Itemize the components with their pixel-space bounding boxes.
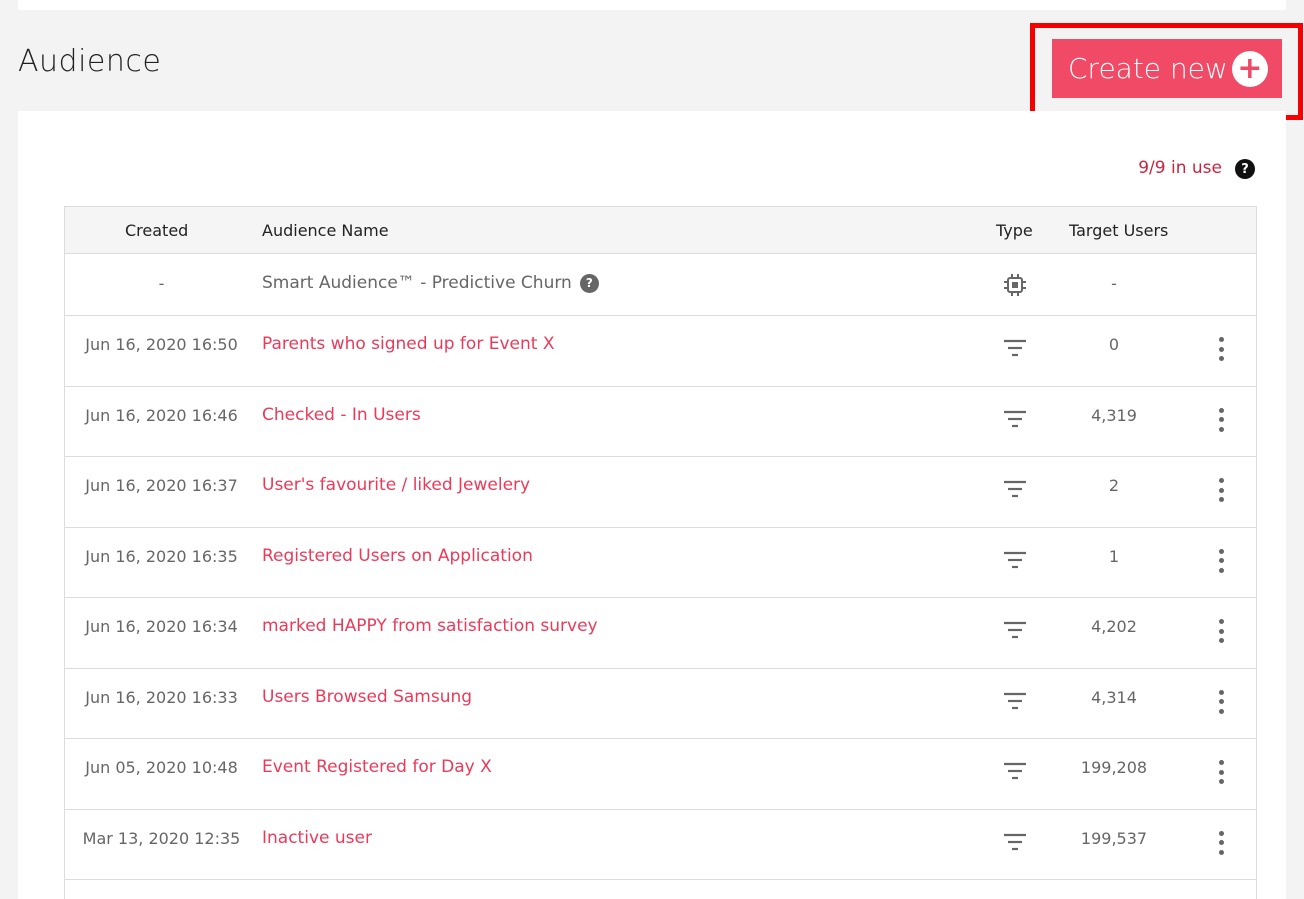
cell-target-users: 4,319	[1091, 405, 1137, 425]
cell-target-users: -	[1111, 274, 1117, 293]
table-row[interactable]: Jun 16, 2020 16:34 marked HAPPY from sat…	[65, 598, 1256, 669]
chip-icon	[1002, 272, 1028, 298]
filter-icon	[1002, 335, 1028, 361]
table-row[interactable]: Jun 05, 2020 10:48 Event Registered for …	[65, 739, 1256, 810]
more-options-icon[interactable]	[1215, 830, 1227, 855]
cell-created: Mar 13, 2020 12:35	[82, 828, 241, 848]
cell-target-users: 199,208	[1080, 758, 1148, 777]
cell-created: Jun 16, 2020 16:37	[85, 476, 238, 495]
more-options-icon[interactable]	[1215, 689, 1227, 714]
cell-target-users: 2	[1108, 476, 1120, 495]
audience-name-link[interactable]: Checked - In Users	[262, 405, 421, 425]
more-options-icon[interactable]	[1215, 337, 1227, 361]
cell-target-users: 0	[1108, 335, 1120, 354]
cell-created: Jun 16, 2020 16:33	[85, 687, 238, 707]
filter-icon	[1002, 829, 1028, 855]
more-options-icon[interactable]	[1215, 619, 1227, 643]
more-options-icon[interactable]	[1215, 760, 1227, 784]
filter-icon	[1002, 617, 1028, 643]
cell-target-users: 199,537	[1080, 828, 1148, 848]
audience-name-link[interactable]: Event Registered for Day X	[262, 757, 492, 777]
header-type[interactable]: Type	[996, 221, 1033, 240]
usage-count: 9/9 in use	[1138, 158, 1222, 178]
filter-icon	[1002, 476, 1028, 502]
table-body: Jun 16, 2020 16:50 Parents who signed up…	[65, 316, 1256, 880]
audience-name-link[interactable]: Parents who signed up for Event X	[262, 334, 554, 354]
table-row[interactable]: Jun 16, 2020 16:46 Checked - In Users 4,…	[65, 387, 1256, 457]
top-panel-edge	[18, 0, 1286, 10]
create-new-button[interactable]: Create new +	[1052, 39, 1282, 98]
smart-audience-name: Smart Audience™ - Predictive Churn	[262, 273, 572, 293]
filter-icon	[1002, 688, 1028, 714]
filter-icon	[1002, 547, 1028, 573]
more-options-icon[interactable]	[1215, 548, 1227, 573]
cell-created: Jun 16, 2020 16:50	[85, 335, 238, 354]
audience-table: Created Audience Name Type Target Users …	[64, 206, 1257, 899]
cell-created: Jun 16, 2020 16:34	[85, 617, 238, 636]
audience-name-link[interactable]: Inactive user	[262, 828, 372, 848]
cell-target-users: 4,202	[1091, 617, 1137, 636]
cell-created: -	[158, 274, 165, 293]
page-title: Audience	[18, 44, 162, 79]
table-row[interactable]: Mar 13, 2020 12:35 Inactive user 199,537	[65, 810, 1256, 880]
table-row[interactable]: Jun 16, 2020 16:50 Parents who signed up…	[65, 316, 1256, 387]
table-row[interactable]: Jun 16, 2020 16:35 Registered Users on A…	[65, 528, 1256, 598]
table-row[interactable]: Jun 16, 2020 16:37 User's favourite / li…	[65, 457, 1256, 528]
table-header: Created Audience Name Type Target Users	[65, 207, 1256, 254]
audience-name-link[interactable]: Users Browsed Samsung	[262, 687, 472, 707]
cell-created: Jun 16, 2020 16:46	[85, 405, 238, 425]
help-icon[interactable]: ?	[579, 273, 599, 293]
header-target-users[interactable]: Target Users	[1069, 221, 1168, 240]
cell-target-users: 4,314	[1091, 687, 1137, 707]
header-created[interactable]: Created	[125, 221, 188, 240]
cell-created: Jun 16, 2020 16:35	[85, 546, 238, 566]
help-icon[interactable]: ?	[1235, 159, 1255, 179]
more-options-icon[interactable]	[1215, 478, 1227, 502]
cell-created: Jun 05, 2020 10:48	[85, 758, 238, 777]
create-new-label: Create new	[1068, 52, 1228, 85]
plus-circle-icon: +	[1231, 50, 1268, 87]
filter-icon	[1002, 406, 1028, 432]
table-row-smart-audience[interactable]: - Smart Audience™ - Predictive Churn ? -	[65, 254, 1256, 316]
header-audience-name[interactable]: Audience Name	[262, 221, 389, 240]
more-options-icon[interactable]	[1215, 407, 1227, 432]
audience-name-link[interactable]: Registered Users on Application	[262, 546, 533, 566]
table-row[interactable]: Jun 16, 2020 16:33 Users Browsed Samsung…	[65, 669, 1256, 739]
audience-name-link[interactable]: marked HAPPY from satisfaction survey	[262, 616, 598, 636]
audience-name-link[interactable]: User's favourite / liked Jewelery	[262, 475, 530, 495]
cell-audience-name: Smart Audience™ - Predictive Churn ?	[262, 273, 599, 293]
filter-icon	[1002, 758, 1028, 784]
cell-target-users: 1	[1108, 546, 1120, 566]
